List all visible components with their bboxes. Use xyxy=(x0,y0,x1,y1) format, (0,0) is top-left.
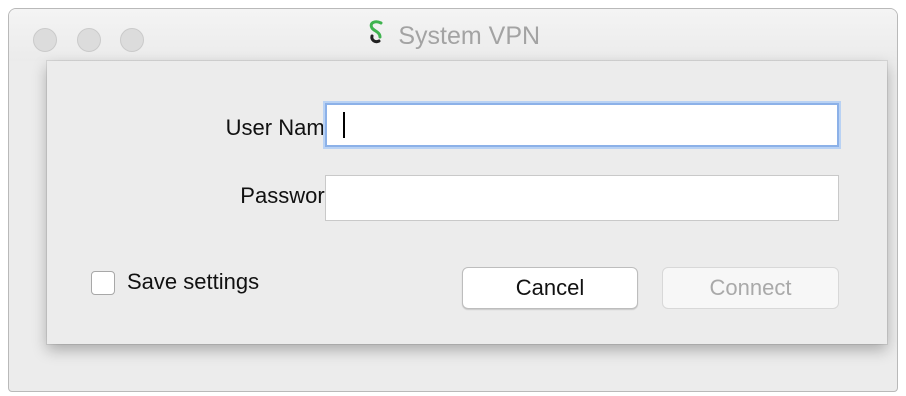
save-settings-checkbox[interactable] xyxy=(91,271,115,295)
title-bar: System VPN xyxy=(9,9,897,61)
password-input[interactable] xyxy=(325,175,839,221)
login-sheet: User Name: Password: Save settings Cance… xyxy=(47,61,887,344)
connect-button[interactable]: Connect xyxy=(662,267,839,309)
cancel-button[interactable]: Cancel xyxy=(462,267,638,309)
text-cursor xyxy=(343,112,345,138)
window-title: System VPN xyxy=(398,22,541,50)
vpn-window: System VPN User Name: Password: Save set… xyxy=(8,8,898,392)
vpn-s-logo-icon xyxy=(366,19,386,49)
save-settings-label[interactable]: Save settings xyxy=(127,269,259,295)
password-label: Password: xyxy=(240,183,343,208)
window-title-group: System VPN xyxy=(9,19,897,51)
username-input[interactable] xyxy=(325,103,839,147)
username-label: User Name: xyxy=(225,115,343,140)
